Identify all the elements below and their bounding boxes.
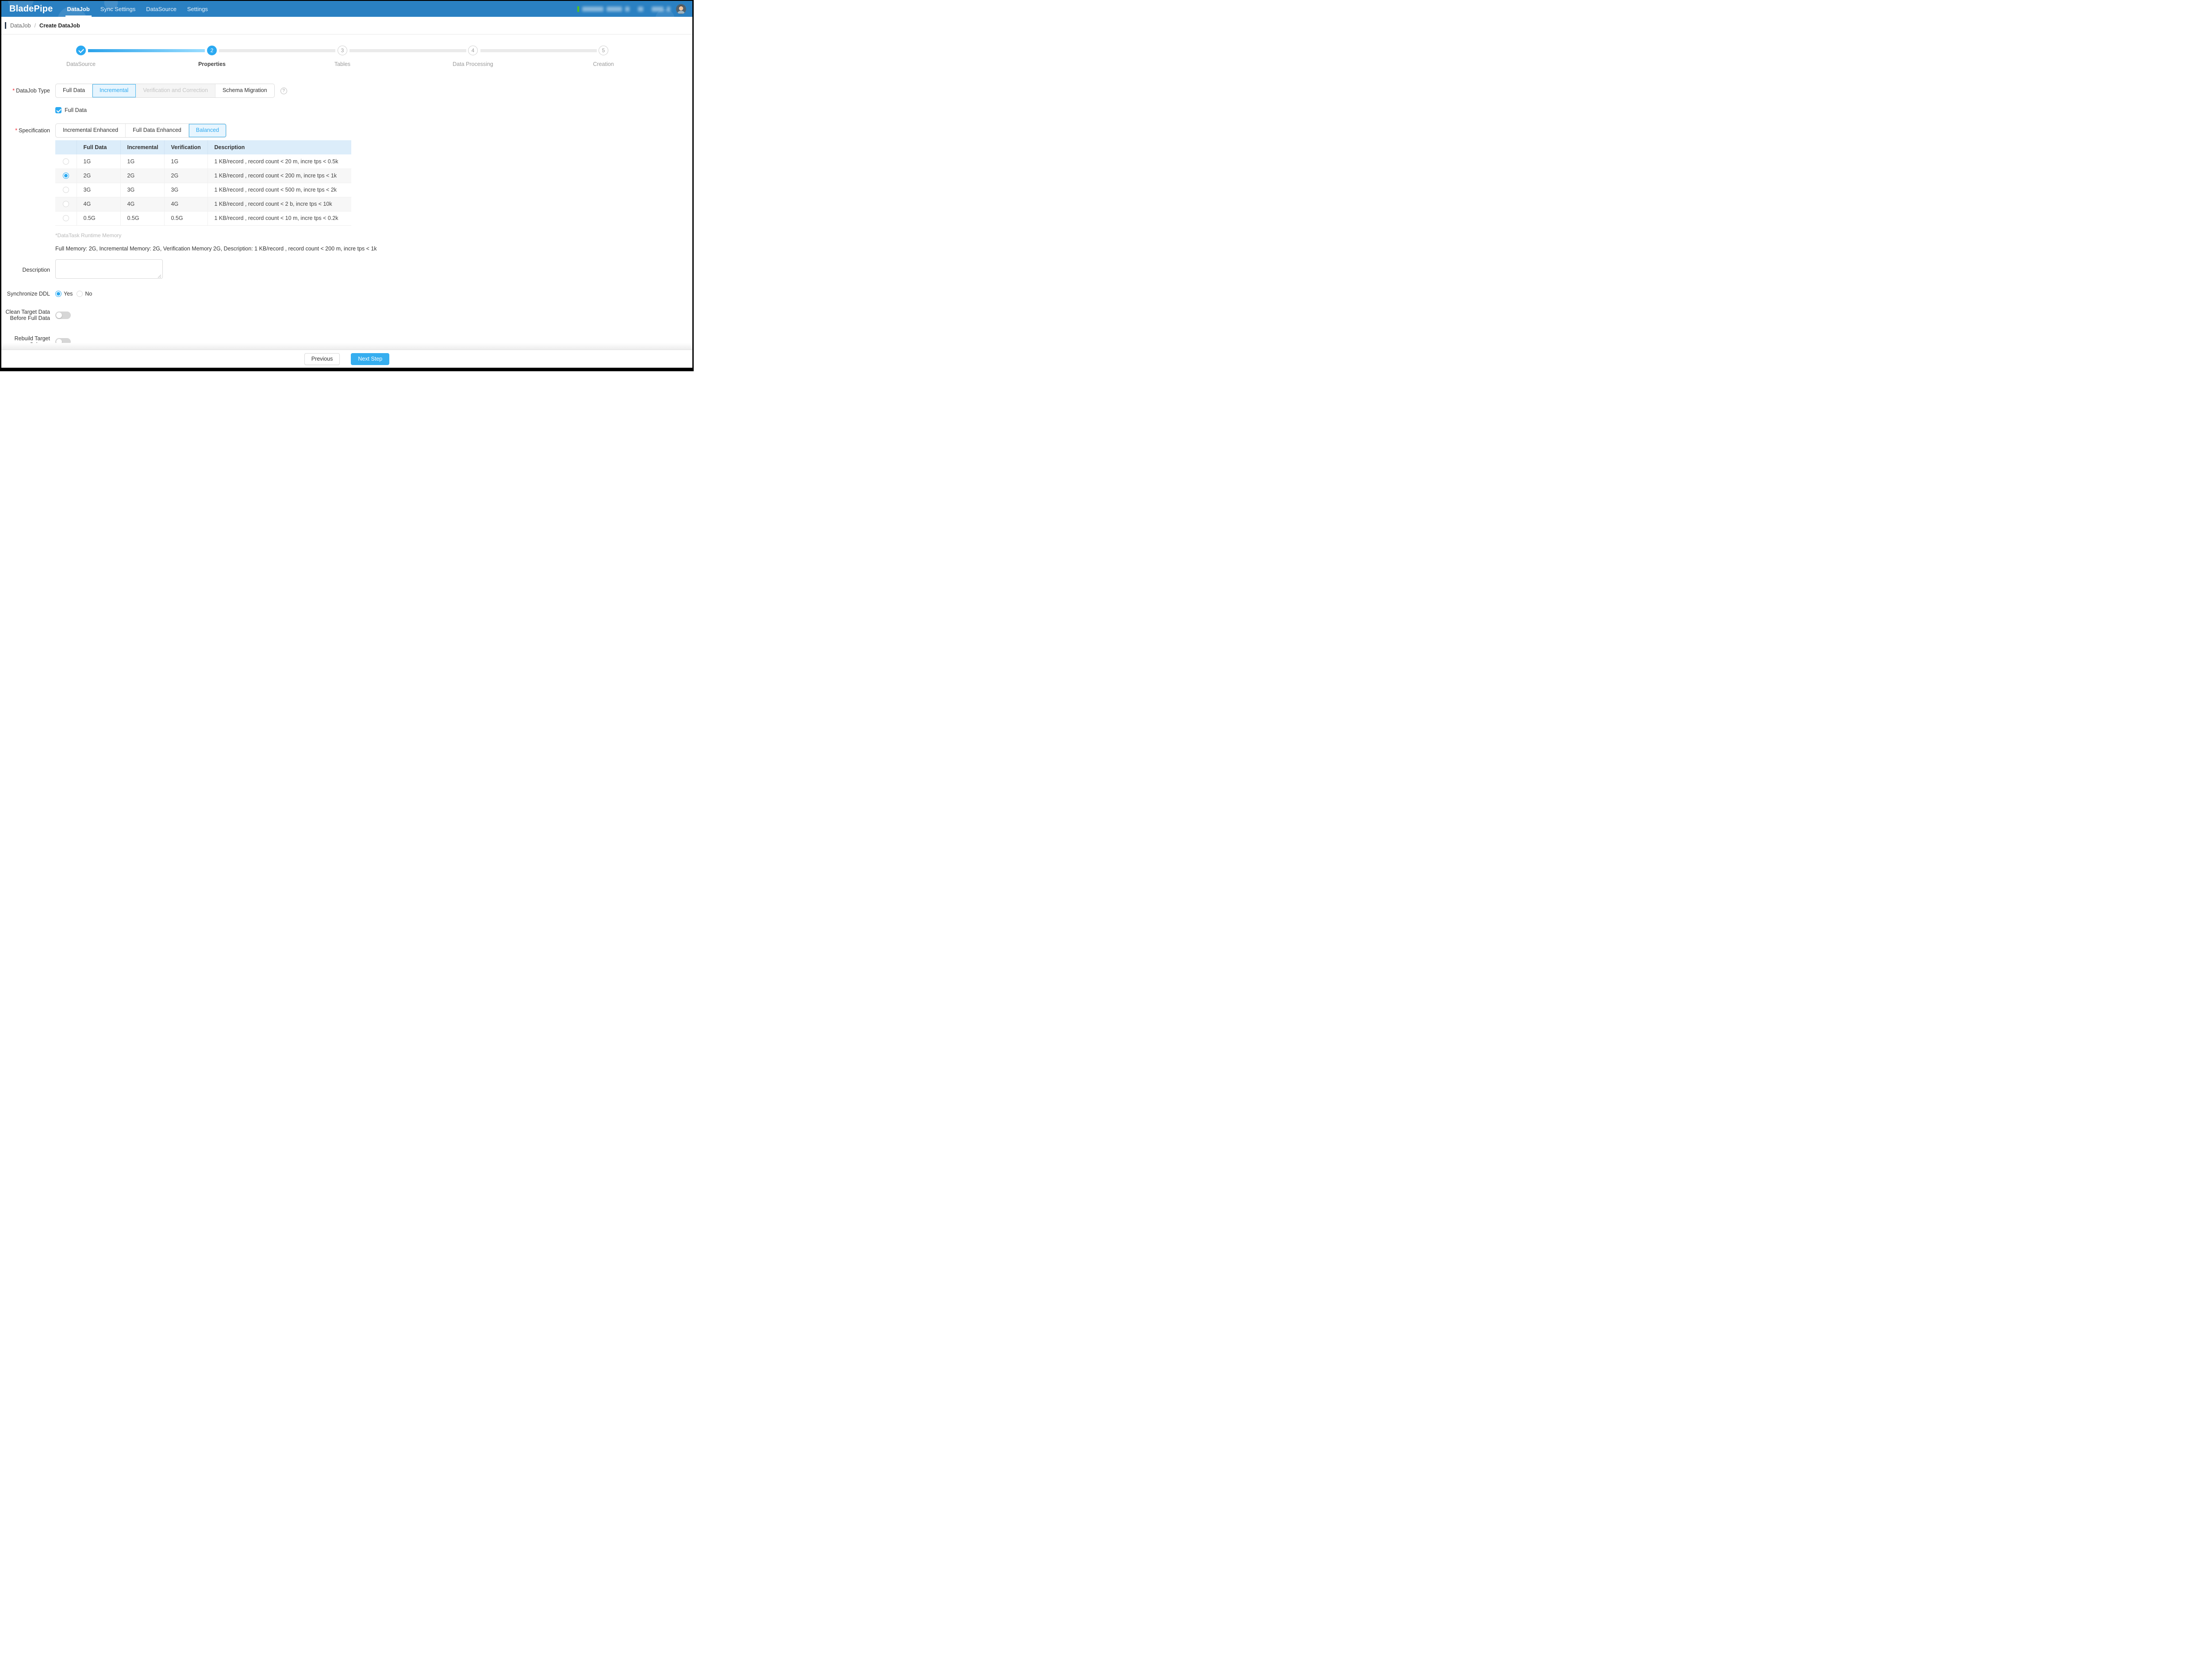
step-number: 5 xyxy=(599,46,608,55)
ddl-no-radio[interactable] xyxy=(77,291,83,297)
app-window: BladePipe DataJob Sync Settings DataSour… xyxy=(1,1,692,368)
breadcrumb-separator: / xyxy=(35,23,36,29)
status-indicator xyxy=(577,6,579,12)
nav-item-sync-settings[interactable]: Sync Settings xyxy=(95,1,141,17)
full-data-checkbox[interactable] xyxy=(55,107,61,113)
redacted-text xyxy=(667,7,670,12)
specification-group: Incremental Enhanced Full Data Enhanced … xyxy=(55,123,227,138)
description-row: Description xyxy=(1,259,692,281)
col-full-data: Full Data xyxy=(77,140,120,154)
datajob-type-row: *DataJob Type Full Data Incremental Veri… xyxy=(1,84,692,98)
breadcrumb-parent-link[interactable]: DataJob xyxy=(10,23,31,29)
nav-item-datajob[interactable]: DataJob xyxy=(62,1,95,17)
synchronize-ddl-label: Synchronize DDL xyxy=(1,291,50,297)
col-verification: Verification xyxy=(164,140,207,154)
content-bottom-fade xyxy=(1,343,692,350)
specification-row: *Specification Incremental Enhanced Full… xyxy=(1,123,692,138)
wizard-footer: Previous Next Step xyxy=(1,350,692,368)
option-verification-correction[interactable]: Verification and Correction xyxy=(136,84,215,97)
col-incremental: Incremental xyxy=(120,140,164,154)
required-asterisk: * xyxy=(12,88,15,94)
step-number: 3 xyxy=(338,46,347,55)
spec-table: Full Data Incremental Verification Descr… xyxy=(55,140,351,226)
col-description: Description xyxy=(207,140,351,154)
page-title: Create DataJob xyxy=(39,23,80,29)
wizard-stepper: 1 DataSource 2 Properties 3 Tables 4 Dat… xyxy=(1,46,692,78)
spec-radio[interactable] xyxy=(63,187,69,193)
bladepipe-logo[interactable]: BladePipe xyxy=(9,4,53,14)
full-data-checkbox-row: Full Data xyxy=(1,107,692,113)
option-incremental[interactable]: Incremental xyxy=(92,84,136,97)
col-radio xyxy=(55,140,77,154)
top-navbar: BladePipe DataJob Sync Settings DataSour… xyxy=(1,1,692,17)
previous-button[interactable]: Previous xyxy=(304,353,340,365)
spec-row-2g-selected[interactable]: 2G 2G 2G 1 KB/record , record count < 20… xyxy=(55,169,351,183)
step-tables[interactable]: 3 Tables xyxy=(307,46,378,67)
nav-item-datasource[interactable]: DataSource xyxy=(141,1,182,17)
main-content: 1 DataSource 2 Properties 3 Tables 4 Dat… xyxy=(1,35,692,350)
step-number: 2 xyxy=(207,46,217,55)
runtime-memory-footnote: *DataTask Runtime Memory xyxy=(1,231,692,239)
spec-row-1g[interactable]: 1G 1G 1G 1 KB/record , record count < 20… xyxy=(55,154,351,169)
datajob-type-group: Full Data Incremental Verification and C… xyxy=(55,84,275,98)
step-creation[interactable]: 5 Creation xyxy=(568,46,639,67)
navbar-right-area xyxy=(577,4,686,14)
redacted-text xyxy=(607,7,622,12)
spec-row-3g[interactable]: 3G 3G 3G 1 KB/record , record count < 50… xyxy=(55,183,351,197)
step-check-icon: 1 xyxy=(76,46,86,55)
redacted-text xyxy=(625,7,630,12)
redacted-icon xyxy=(638,7,643,12)
spec-table-container: Full Data Incremental Verification Descr… xyxy=(1,140,692,226)
step-number: 4 xyxy=(468,46,478,55)
toggle-knob xyxy=(56,312,62,318)
description-textarea[interactable] xyxy=(55,259,163,279)
specification-label: *Specification xyxy=(1,127,50,134)
option-schema-migration[interactable]: Schema Migration xyxy=(215,84,274,97)
redacted-text xyxy=(582,7,603,12)
option-full-data[interactable]: Full Data xyxy=(56,84,92,97)
spec-radio[interactable] xyxy=(63,201,69,207)
next-step-button[interactable]: Next Step xyxy=(351,353,389,365)
spec-radio[interactable] xyxy=(63,158,69,165)
breadcrumb-rule xyxy=(5,22,6,29)
spec-row-05g[interactable]: 0.5G 0.5G 0.5G 1 KB/record , record coun… xyxy=(55,211,351,225)
ddl-no-option[interactable]: No xyxy=(77,291,92,297)
step-data-processing[interactable]: 4 Data Processing xyxy=(438,46,508,67)
help-icon[interactable]: ? xyxy=(280,88,287,94)
screenshot-frame: BladePipe DataJob Sync Settings DataSour… xyxy=(0,0,694,371)
option-balanced[interactable]: Balanced xyxy=(189,124,226,137)
spec-table-header: Full Data Incremental Verification Descr… xyxy=(55,140,351,154)
redacted-text xyxy=(652,7,664,12)
nav-item-settings[interactable]: Settings xyxy=(182,1,213,17)
ddl-yes-radio[interactable] xyxy=(55,291,61,297)
required-asterisk: * xyxy=(15,127,17,134)
breadcrumb: DataJob / Create DataJob xyxy=(1,17,692,35)
step-datasource[interactable]: 1 DataSource xyxy=(46,46,116,67)
synchronize-ddl-row: Synchronize DDL Yes No xyxy=(1,291,692,297)
ddl-yes-option[interactable]: Yes xyxy=(55,291,73,297)
spec-radio[interactable] xyxy=(63,215,69,221)
clean-target-row: Clean Target Data Before Full Data xyxy=(1,309,692,322)
user-avatar[interactable] xyxy=(676,4,686,14)
description-label: Description xyxy=(1,267,50,273)
full-data-checkbox-label: Full Data xyxy=(65,107,87,113)
datajob-type-label: *DataJob Type xyxy=(1,88,50,94)
clean-target-label: Clean Target Data Before Full Data xyxy=(1,309,50,322)
main-nav: DataJob Sync Settings DataSource Setting… xyxy=(62,1,213,17)
step-properties[interactable]: 2 Properties xyxy=(177,46,247,67)
spec-radio-selected[interactable] xyxy=(63,173,69,179)
clean-target-toggle[interactable] xyxy=(55,312,71,319)
spec-row-4g[interactable]: 4G 4G 4G 1 KB/record , record count < 2 … xyxy=(55,197,351,211)
option-full-data-enhanced[interactable]: Full Data Enhanced xyxy=(126,124,189,137)
option-incremental-enhanced[interactable]: Incremental Enhanced xyxy=(56,124,126,137)
avatar-image xyxy=(676,4,686,14)
selection-summary: Full Memory: 2G, Incremental Memory: 2G,… xyxy=(1,245,692,253)
